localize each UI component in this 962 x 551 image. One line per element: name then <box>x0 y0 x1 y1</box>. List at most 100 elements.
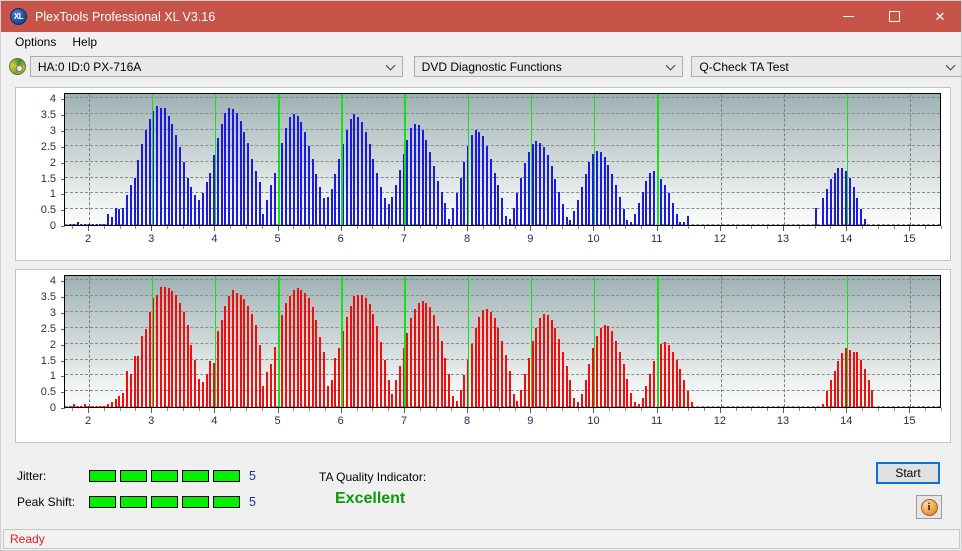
chart-bar <box>444 358 446 407</box>
x-axis-minor-tick <box>688 408 689 411</box>
chart-bar <box>319 337 321 407</box>
chart-bar <box>596 151 598 225</box>
chart-bar <box>130 185 132 225</box>
chart-bar <box>160 108 162 225</box>
chart-bar <box>346 317 348 407</box>
jitter-chart-plot <box>64 93 941 226</box>
chart-bar <box>224 113 226 225</box>
x-axis-tick <box>593 408 594 413</box>
chart-bar <box>626 379 628 408</box>
x-axis-tick-label: 3 <box>148 233 154 245</box>
chart-bar <box>187 178 189 226</box>
x-axis-tick <box>151 408 152 413</box>
chart-bar <box>448 219 450 225</box>
chart-bar <box>630 393 632 407</box>
chart-bar <box>494 173 496 225</box>
chart-bar <box>860 360 862 408</box>
x-axis-tick <box>846 408 847 413</box>
led-block <box>120 496 147 508</box>
x-axis-tick-label: 9 <box>527 415 533 427</box>
x-axis-minor-tick <box>325 408 326 411</box>
chart-bar <box>864 219 866 225</box>
chart-bar <box>262 386 264 407</box>
maximize-button[interactable] <box>871 1 917 32</box>
peak-shift-led-strip <box>89 496 240 508</box>
x-axis-tick <box>278 408 279 413</box>
chart-bar <box>232 109 234 225</box>
disc-icon <box>9 58 26 75</box>
peak-shift-chart-y-axis: 00.511.522.533.54 <box>16 270 60 413</box>
chart-bar <box>653 171 655 225</box>
chart-bar <box>217 331 219 407</box>
chart-bar <box>395 185 397 225</box>
chart-bar <box>270 185 272 225</box>
jitter-led-strip <box>89 470 240 482</box>
x-axis-tick-label: 6 <box>338 415 344 427</box>
function-select[interactable]: DVD Diagnostic Functions <box>414 56 684 77</box>
chart-bar <box>478 132 480 225</box>
chart-bar <box>611 174 613 225</box>
start-button[interactable]: Start <box>876 462 940 484</box>
x-axis-tick <box>530 226 531 231</box>
chart-bar <box>634 214 636 225</box>
x-axis-minor-tick <box>515 408 516 411</box>
drive-select[interactable]: HA:0 ID:0 PX-716A <box>30 56 403 77</box>
chart-bar <box>501 198 503 225</box>
chart-bar <box>259 182 261 225</box>
chart-bar <box>868 380 870 407</box>
menu-item-help[interactable]: Help <box>64 33 105 51</box>
green-marker-line <box>468 276 470 407</box>
chart-bar <box>410 128 412 225</box>
chart-bar <box>524 163 526 225</box>
chart-bar <box>645 181 647 225</box>
chevron-down-icon <box>385 60 395 70</box>
results-panel: Jitter: 5 Peak Shift: 5 TA Quality Indic… <box>1 453 962 525</box>
chart-bar <box>562 352 564 407</box>
status-text: Ready <box>10 532 45 546</box>
chart-bar <box>259 345 261 407</box>
close-button[interactable]: ✕ <box>917 1 962 32</box>
chart-bar <box>353 296 355 407</box>
grid-line-horizontal <box>65 113 940 114</box>
grid-line-horizontal <box>65 192 940 193</box>
title-bar: XL PlexTools Professional XL V3.16 ✕ <box>1 1 962 32</box>
chart-bar <box>513 394 515 407</box>
chart-bar <box>422 130 424 225</box>
grid-line-horizontal <box>65 161 940 162</box>
x-axis-minor-tick <box>736 226 737 229</box>
x-axis-minor-tick <box>625 408 626 411</box>
chart-bar <box>505 355 507 407</box>
x-axis-minor-tick <box>183 408 184 411</box>
chart-bar <box>486 146 488 225</box>
x-axis-tick <box>278 226 279 231</box>
chart-bar <box>122 393 124 407</box>
chart-bar <box>849 178 851 226</box>
chart-bar <box>554 328 556 407</box>
test-select[interactable]: Q-Check TA Test <box>691 56 962 77</box>
x-axis-tick-label: 4 <box>211 233 217 245</box>
info-button[interactable]: i <box>916 495 942 519</box>
x-axis-minor-tick <box>388 226 389 229</box>
x-axis-minor-tick <box>420 226 421 229</box>
chart-bar <box>664 185 666 225</box>
x-axis-minor-tick <box>625 226 626 229</box>
green-marker-line <box>341 94 343 225</box>
y-axis-tick-label: 2.5 <box>41 323 56 335</box>
y-axis-tick-label: 4 <box>50 93 56 105</box>
chart-bar <box>80 406 82 408</box>
x-axis-minor-tick <box>104 408 105 411</box>
minimize-button[interactable] <box>825 1 871 32</box>
chart-bar <box>826 391 828 407</box>
y-axis-tick-label: 0.5 <box>41 386 56 398</box>
chart-bar <box>118 209 120 225</box>
chart-bar <box>516 193 518 225</box>
x-axis-minor-tick <box>499 408 500 411</box>
chart-bar <box>247 306 249 407</box>
menu-item-options[interactable]: Options <box>7 33 64 51</box>
chart-bar <box>77 406 79 408</box>
chart-bar <box>573 398 575 408</box>
chart-bar <box>607 165 609 225</box>
chart-bar <box>255 325 257 407</box>
chart-bar <box>187 325 189 407</box>
chart-bar <box>88 224 90 226</box>
